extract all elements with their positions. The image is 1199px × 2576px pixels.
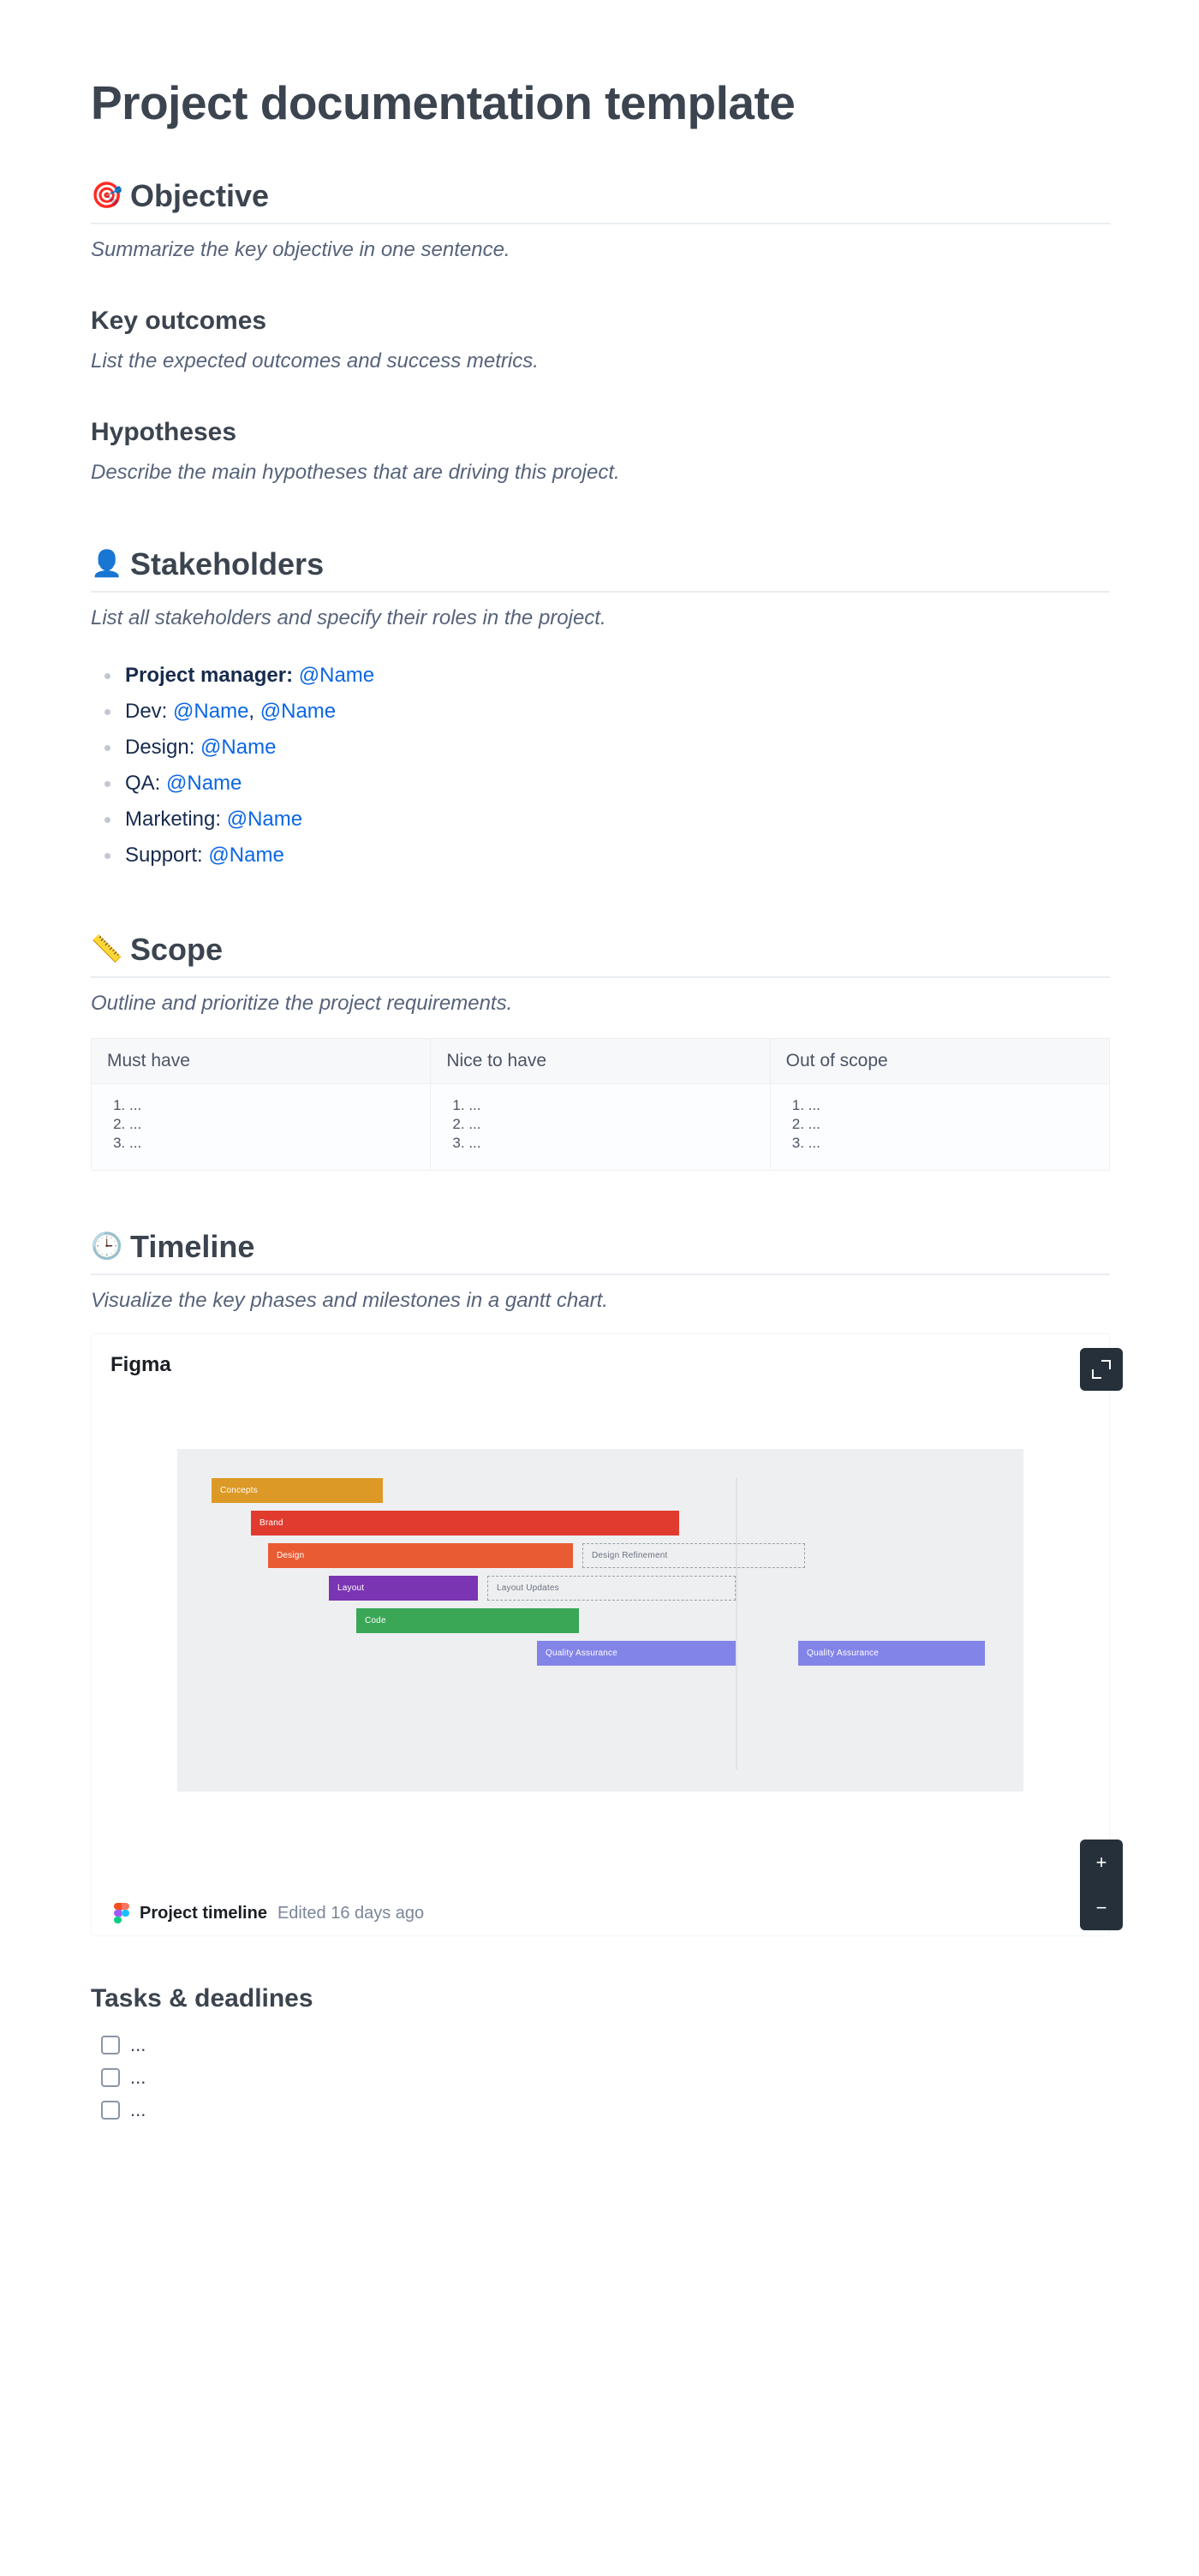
- scope-cell-nice[interactable]: ... ... ...: [431, 1084, 770, 1171]
- timeline-heading-text: Timeline: [130, 1229, 254, 1265]
- support-label: Support:: [125, 844, 203, 867]
- stakeholder-item-marketing: Marketing: @Name: [101, 802, 1110, 838]
- scope-heading: 📏 Scope: [91, 932, 1110, 978]
- clock-icon: 🕒: [91, 1234, 118, 1260]
- list-item: ...: [129, 1115, 415, 1134]
- page-title: Project documentation template: [91, 75, 1110, 130]
- timeline-hint: Visualize the key phases and milestones …: [91, 1285, 1110, 1316]
- stakeholders-list: Project manager: @Name Dev: @Name, @Name…: [101, 658, 1110, 874]
- zoom-controls: + −: [1080, 1840, 1123, 1930]
- ruler-icon: 📏: [91, 937, 118, 963]
- list-item: ...: [808, 1096, 1094, 1115]
- mention-link[interactable]: @Name: [299, 664, 374, 687]
- scope-table: Must have Nice to have Out of scope ... …: [91, 1038, 1110, 1171]
- marketing-label: Marketing:: [125, 808, 221, 831]
- gantt-bar-code: Code: [356, 1608, 579, 1633]
- list-item: ...: [468, 1134, 754, 1153]
- dev-label: Dev:: [125, 700, 167, 723]
- target-icon: 🎯: [91, 183, 118, 209]
- objective-hint: Summarize the key objective in one sente…: [91, 235, 1110, 265]
- stakeholder-item-pm: Project manager: @Name: [101, 658, 1110, 694]
- hypotheses-hint: Describe the main hypotheses that are dr…: [91, 457, 1110, 488]
- figma-edited-label: Edited 16 days ago: [277, 1904, 424, 1923]
- task-label: ...: [130, 2099, 146, 2121]
- list-item: ...: [808, 1134, 1094, 1153]
- checkbox[interactable]: [101, 2036, 120, 2054]
- stakeholder-item-support: Support: @Name: [101, 838, 1110, 874]
- scope-col-out: Out of scope: [770, 1039, 1109, 1084]
- mention-link[interactable]: @Name: [208, 844, 283, 867]
- gantt-canvas[interactable]: Concepts Brand Design Design Refinement …: [177, 1449, 1023, 1792]
- gantt-bar-layout-updates: Layout Updates: [487, 1576, 736, 1601]
- gantt-bar-concepts: Concepts: [212, 1478, 383, 1503]
- gantt-bar-qa1: Quality Assurance: [537, 1641, 736, 1666]
- figma-meta: Project timeline Edited 16 days ago: [107, 1886, 1094, 1923]
- gantt-divider: [736, 1478, 737, 1769]
- pm-label: Project manager:: [125, 664, 293, 687]
- checkbox[interactable]: [101, 2101, 120, 2120]
- scope-cell-must[interactable]: ... ... ...: [92, 1084, 431, 1171]
- person-icon: 👤: [91, 552, 118, 577]
- scope-cell-out[interactable]: ... ... ...: [770, 1084, 1109, 1171]
- mention-link[interactable]: @Name: [200, 736, 276, 759]
- mention-link[interactable]: @Name: [260, 700, 336, 723]
- task-item[interactable]: ...: [101, 2029, 1110, 2061]
- qa-label: QA:: [125, 772, 160, 795]
- design-label: Design:: [125, 736, 194, 759]
- gantt-bar-layout: Layout: [329, 1576, 478, 1601]
- expand-icon: [1094, 1362, 1109, 1377]
- mention-link[interactable]: @Name: [166, 772, 242, 795]
- gantt-bar-brand: Brand: [251, 1511, 679, 1535]
- objective-heading: 🎯 Objective: [91, 178, 1110, 224]
- checkbox[interactable]: [101, 2068, 120, 2087]
- figma-embed[interactable]: Figma Concepts Brand Design Design Refin…: [91, 1333, 1110, 1936]
- scope-col-nice: Nice to have: [431, 1039, 770, 1084]
- timeline-heading: 🕒 Timeline: [91, 1229, 1110, 1275]
- gantt-bar-qa2: Quality Assurance: [798, 1641, 985, 1666]
- tasks-heading: Tasks & deadlines: [91, 1984, 1110, 2013]
- hypotheses-heading: Hypotheses: [91, 418, 1110, 447]
- figma-logo-icon: [114, 1903, 129, 1923]
- zoom-in-button[interactable]: +: [1080, 1840, 1123, 1885]
- key-outcomes-hint: List the expected outcomes and success m…: [91, 346, 1110, 377]
- expand-button[interactable]: [1080, 1348, 1123, 1391]
- stakeholder-item-design: Design: @Name: [101, 730, 1110, 766]
- task-item[interactable]: ...: [101, 2094, 1110, 2126]
- section-objective: 🎯 Objective Summarize the key objective …: [91, 178, 1110, 488]
- task-item[interactable]: ...: [101, 2061, 1110, 2094]
- stakeholder-item-qa: QA: @Name: [101, 766, 1110, 802]
- scope-heading-text: Scope: [130, 932, 223, 968]
- zoom-out-button[interactable]: −: [1080, 1885, 1123, 1930]
- section-timeline: 🕒 Timeline Visualize the key phases and …: [91, 1229, 1110, 2126]
- gantt-bar-refinement: Design Refinement: [582, 1543, 805, 1568]
- list-item: ...: [468, 1096, 754, 1115]
- key-outcomes-heading: Key outcomes: [91, 307, 1110, 336]
- gantt-bar-design: Design: [268, 1543, 573, 1568]
- objective-heading-text: Objective: [130, 178, 269, 214]
- stakeholders-hint: List all stakeholders and specify their …: [91, 603, 1110, 634]
- list-item: ...: [129, 1134, 415, 1153]
- section-scope: 📏 Scope Outline and prioritize the proje…: [91, 932, 1110, 1171]
- figma-provider: Figma: [107, 1350, 1094, 1398]
- mention-link[interactable]: @Name: [173, 700, 248, 723]
- scope-col-must: Must have: [92, 1039, 431, 1084]
- list-item: ...: [468, 1115, 754, 1134]
- stakeholder-item-dev: Dev: @Name, @Name: [101, 694, 1110, 730]
- comma: ,: [248, 700, 259, 723]
- tasks-list: ... ... ...: [101, 2029, 1110, 2126]
- stakeholders-heading: 👤 Stakeholders: [91, 546, 1110, 593]
- section-stakeholders: 👤 Stakeholders List all stakeholders and…: [91, 546, 1110, 874]
- figma-file-title: Project timeline: [140, 1904, 267, 1923]
- stakeholders-heading-text: Stakeholders: [130, 546, 324, 582]
- task-label: ...: [130, 2034, 146, 2056]
- mention-link[interactable]: @Name: [227, 808, 302, 831]
- list-item: ...: [129, 1096, 415, 1115]
- task-label: ...: [130, 2066, 146, 2089]
- scope-hint: Outline and prioritize the project requi…: [91, 988, 1110, 1019]
- list-item: ...: [808, 1115, 1094, 1134]
